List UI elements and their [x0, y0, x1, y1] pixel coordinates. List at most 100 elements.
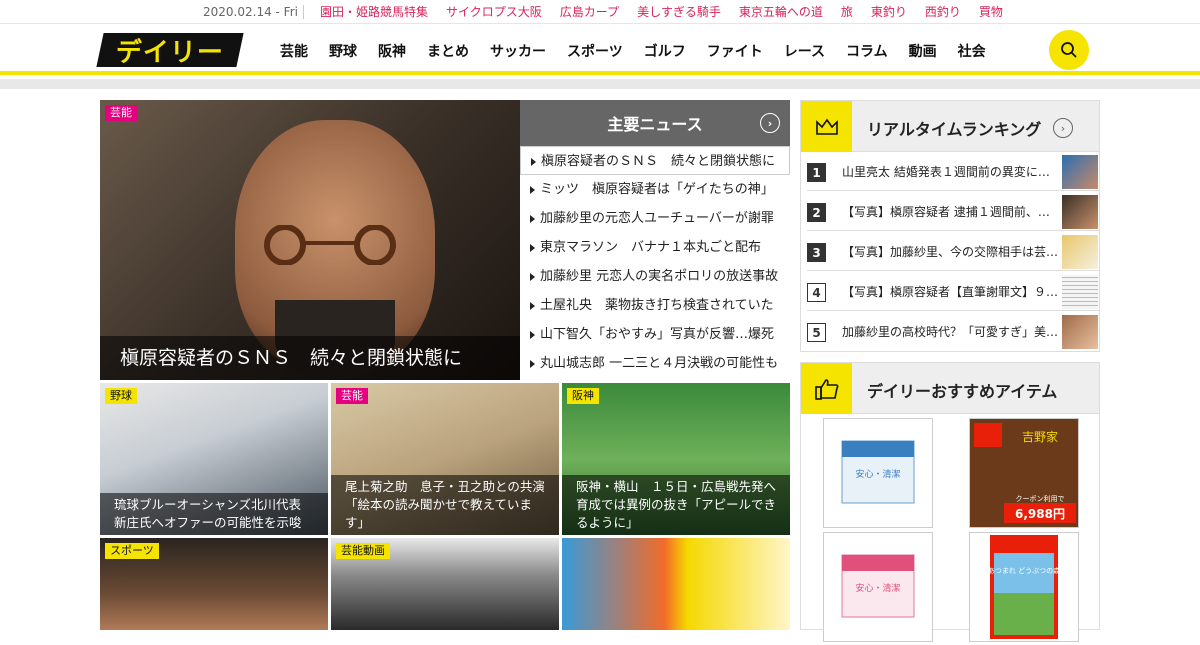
main-news-item[interactable]: 東京マラソン バナナ１本丸ごと配布 — [520, 233, 790, 262]
rank-number: 5 — [807, 323, 826, 342]
search-icon — [1061, 42, 1077, 58]
card-caption[interactable]: 尾上菊之助 息子・丑之助との共演「絵本の読み聞かせで教えています」 — [331, 475, 559, 535]
top-link-olympics[interactable]: 東京五輪への道 — [739, 5, 823, 19]
search-button[interactable] — [1049, 30, 1089, 70]
nav-video[interactable]: 動画 — [909, 41, 937, 61]
site-logo[interactable]: デイリー — [96, 33, 244, 68]
top-bar: 2020.02.14 - Fri 園田・姫路競馬特集 サイクロプス大阪 広島カー… — [0, 0, 1200, 24]
hero-article[interactable]: 芸能 槇原容疑者のＳＮＳ 続々と閉鎖状態に — [100, 100, 520, 380]
ranking-item[interactable]: 3 【写真】加藤紗里、今の交際相手は芸… — [807, 233, 1099, 271]
main-news-item[interactable]: 加藤紗里の元恋人ユーチューバーが謝罪 — [520, 204, 790, 233]
nav-race[interactable]: レース — [784, 41, 825, 61]
product-label: 安心・清潔 — [855, 468, 900, 480]
nav-soccer[interactable]: サッカー — [490, 41, 546, 61]
site-header: デイリー 芸能 野球 阪神 まとめ サッカー スポーツ ゴルフ ファイト レース… — [0, 25, 1200, 75]
ranking-item[interactable]: 1 山里亮太 結婚発表１週間前の異変に… — [807, 153, 1099, 191]
mask-box-image: 安心・清潔 — [841, 440, 915, 504]
rank-number: 1 — [807, 163, 826, 182]
news-card[interactable]: 芸能 尾上菊之助 息子・丑之助との共演「絵本の読み聞かせで教えています」 — [331, 383, 559, 535]
coupon-label: クーポン利用で — [1016, 494, 1065, 503]
product-item[interactable]: あつまれ どうぶつの森 — [969, 532, 1079, 642]
chevron-right-icon[interactable]: › — [1053, 118, 1073, 138]
recommend-title: デイリーおすすめアイテム — [867, 382, 1058, 401]
card-caption[interactable]: 阪神・横山 １５日・広島戦先発へ 育成では異例の抜き「アピールできるように」 — [562, 475, 790, 535]
card-caption[interactable]: 琉球ブルーオーシャンズ北川代表 新庄氏へオファーの可能性を示唆 — [100, 493, 328, 535]
nav-fight[interactable]: ファイト — [707, 41, 763, 61]
card-tag[interactable]: 阪神 — [567, 388, 599, 404]
glasses-shape — [264, 225, 396, 265]
top-link-sonoda[interactable]: 園田・姫路競馬特集 — [320, 5, 428, 19]
card-tag[interactable]: 芸能 — [336, 388, 368, 404]
main-news-header[interactable]: 主要ニュース › — [520, 100, 790, 146]
main-news-item[interactable]: 山下智久「おやすみ」写真が反響…爆死 — [520, 320, 790, 349]
rank-thumbnail[interactable] — [1062, 275, 1098, 309]
top-link-cyclops[interactable]: サイクロプス大阪 — [446, 5, 542, 19]
thumbs-up-icon — [801, 363, 852, 414]
product-label: あつまれ どうぶつの森 — [988, 566, 1060, 575]
rank-title[interactable]: 【写真】槇原容疑者 逮捕１週間前、… — [842, 203, 1060, 220]
mask-box-image: 安心・清潔 — [841, 554, 915, 618]
rank-title[interactable]: 【写真】槇原容疑者【直筆謝罪文】９… — [842, 283, 1060, 300]
ranking-item[interactable]: 5 加藤紗里の高校時代？「可愛すぎ」美… — [807, 313, 1099, 351]
top-link-west-fishing[interactable]: 西釣り — [925, 5, 961, 19]
rank-thumbnail[interactable] — [1062, 315, 1098, 349]
rank-number: 2 — [807, 203, 826, 222]
ranking-header[interactable]: リアルタイムランキング › — [801, 101, 1099, 152]
card-tag[interactable]: 芸能動画 — [336, 543, 390, 559]
product-item[interactable]: 安心・清潔 — [823, 418, 933, 528]
product-item[interactable]: 吉野家クーポン利用で 6,988円 — [969, 418, 1079, 528]
rank-number: 3 — [807, 243, 826, 262]
nav-golf[interactable]: ゴルフ — [644, 41, 686, 61]
ranking-item[interactable]: 2 【写真】槇原容疑者 逮捕１週間前、… — [807, 193, 1099, 231]
rank-title[interactable]: 加藤紗里の高校時代？「可愛すぎ」美… — [842, 323, 1060, 340]
rank-thumbnail[interactable] — [1062, 235, 1098, 269]
main-news-item[interactable]: 加藤紗里 元恋人の実名ポロリの放送事故 — [520, 262, 790, 291]
product-item[interactable]: 安心・清潔 — [823, 532, 933, 642]
main-news-item[interactable]: 丸山城志郎 一二三と４月決戦の可能性も — [520, 349, 790, 378]
product-label: 安心・清潔 — [855, 582, 900, 594]
recommend-panel: デイリーおすすめアイテム 安心・清潔 吉野家クーポン利用で 6,988円 安心・清… — [800, 362, 1100, 642]
nav-baseball[interactable]: 野球 — [329, 41, 357, 61]
chevron-right-icon[interactable]: › — [760, 113, 780, 133]
nav-matome[interactable]: まとめ — [427, 41, 469, 61]
hero-caption[interactable]: 槇原容疑者のＳＮＳ 続々と閉鎖状態に — [100, 336, 520, 380]
card-tag[interactable]: 野球 — [105, 388, 137, 404]
rank-thumbnail[interactable] — [1062, 195, 1098, 229]
main-news-panel: 主要ニュース › 槇原容疑者のＳＮＳ 続々と閉鎖状態に ミッツ 槇原容疑者は「ゲ… — [520, 100, 790, 380]
top-link-east-fishing[interactable]: 東釣り — [871, 5, 907, 19]
divider — [303, 5, 304, 19]
date-label: 2020.02.14 - Fri — [203, 5, 298, 19]
product-label: 吉野家 — [1022, 429, 1058, 444]
logo-text: デイリー — [115, 37, 224, 68]
rank-number: 4 — [807, 283, 826, 302]
promo-banner[interactable] — [562, 538, 790, 630]
top-link-jockey[interactable]: 美しすぎる騎手 — [637, 5, 721, 19]
top-link-shopping[interactable]: 買物 — [979, 5, 1003, 19]
nav-entertainment[interactable]: 芸能 — [280, 41, 308, 61]
main-news-item[interactable]: ミッツ 槇原容疑者は「ゲイたちの神」 — [520, 175, 790, 204]
ranking-item[interactable]: 4 【写真】槇原容疑者【直筆謝罪文】９… — [807, 273, 1099, 311]
rank-title[interactable]: 【写真】加藤紗里、今の交際相手は芸… — [842, 243, 1060, 260]
news-card[interactable]: 芸能動画 — [331, 538, 559, 630]
nav-hanshin[interactable]: 阪神 — [378, 41, 406, 61]
nav-society[interactable]: 社会 — [958, 41, 986, 61]
news-card[interactable]: 阪神 阪神・横山 １５日・広島戦先発へ 育成では異例の抜き「アピールできるように… — [562, 383, 790, 535]
top-link-travel[interactable]: 旅 — [841, 5, 853, 19]
top-link-carp[interactable]: 広島カープ — [560, 5, 619, 19]
nav-column[interactable]: コラム — [846, 41, 888, 61]
main-news-item[interactable]: 土屋礼央 薬物抜き打ち検査されていた — [520, 291, 790, 320]
game-box-image: あつまれ どうぶつの森 — [988, 535, 1060, 639]
rank-thumbnail[interactable] — [1062, 155, 1098, 189]
card-tag[interactable]: スポーツ — [105, 543, 159, 559]
nav-sports[interactable]: スポーツ — [567, 41, 623, 61]
hero-tag[interactable]: 芸能 — [105, 105, 137, 121]
main-news-title: 主要ニュース — [607, 115, 703, 134]
recommend-header: デイリーおすすめアイテム — [801, 363, 1099, 414]
news-card[interactable]: スポーツ — [100, 538, 328, 630]
main-nav: 芸能 野球 阪神 まとめ サッカー スポーツ ゴルフ ファイト レース コラム … — [280, 41, 1007, 61]
news-card[interactable]: 野球 琉球ブルーオーシャンズ北川代表 新庄氏へオファーの可能性を示唆 — [100, 383, 328, 535]
main-news-item[interactable]: 槇原容疑者のＳＮＳ 続々と閉鎖状態に — [520, 146, 790, 175]
rank-title[interactable]: 山里亮太 結婚発表１週間前の異変に… — [842, 163, 1060, 180]
ranking-title: リアルタイムランキング — [867, 120, 1042, 139]
product-price: 6,988円 — [1015, 507, 1065, 521]
